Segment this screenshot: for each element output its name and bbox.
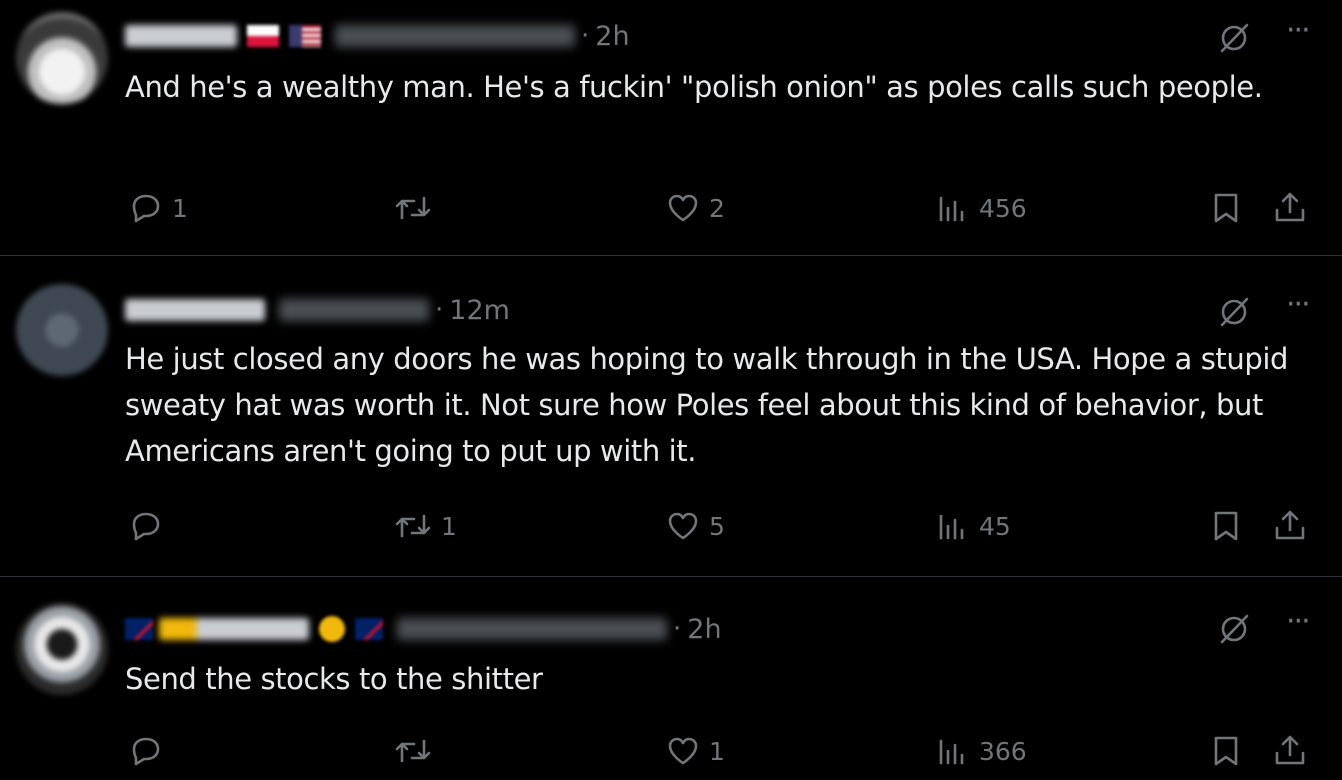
separator-dot: · <box>435 295 444 325</box>
avatar[interactable] <box>16 12 108 104</box>
bookmark-button[interactable] <box>1208 188 1244 228</box>
repost-icon <box>395 514 431 538</box>
author-handle-blurred[interactable] <box>335 25 575 47</box>
share-button[interactable] <box>1272 731 1308 771</box>
repost-icon <box>395 196 431 220</box>
bookmark-button[interactable] <box>1208 731 1244 771</box>
grok-icon[interactable] <box>1214 292 1254 332</box>
views-icon <box>939 196 964 222</box>
emoji-icon <box>319 616 345 642</box>
repost-button[interactable]: 1 <box>393 506 457 546</box>
author-name-blurred[interactable] <box>125 25 237 47</box>
heart-icon <box>668 194 698 222</box>
bookmark-button[interactable] <box>1208 506 1244 546</box>
separator-dot: · <box>581 21 590 51</box>
timestamp[interactable]: 12m <box>449 295 510 326</box>
like-count: 5 <box>709 511 725 541</box>
reply-icon <box>132 194 160 223</box>
share-button[interactable] <box>1272 188 1308 228</box>
post-header: · 2h <box>125 18 630 54</box>
more-icon[interactable]: ··· <box>1286 290 1326 320</box>
reply-button[interactable] <box>128 731 172 771</box>
views-icon <box>939 739 964 765</box>
reply-icon <box>132 737 160 766</box>
like-count: 2 <box>709 193 725 223</box>
poland-flag-icon <box>247 25 279 47</box>
repost-icon <box>395 739 431 763</box>
action-bar: 1 366 <box>0 731 1342 771</box>
views-button[interactable]: 366 <box>935 731 1027 771</box>
reply-icon <box>132 512 160 541</box>
like-button[interactable]: 1 <box>665 731 725 771</box>
heart-icon <box>668 512 698 540</box>
views-count: 45 <box>979 511 1011 541</box>
timestamp[interactable]: 2h <box>687 614 721 645</box>
author-handle-blurred[interactable] <box>279 299 429 321</box>
share-icon <box>1275 510 1305 540</box>
author-name-blurred[interactable] <box>159 618 309 640</box>
separator-dot: · <box>673 614 682 644</box>
reply-button[interactable] <box>128 506 172 546</box>
reply-button[interactable]: 1 <box>128 188 188 228</box>
post-header: · 12m <box>125 292 510 328</box>
author-name-blurred[interactable] <box>125 299 265 321</box>
views-count: 366 <box>979 736 1027 766</box>
author-handle-blurred[interactable] <box>397 618 667 640</box>
like-button[interactable]: 2 <box>665 188 725 228</box>
bookmark-icon <box>1214 736 1238 766</box>
like-count: 1 <box>709 736 725 766</box>
grok-icon[interactable] <box>1214 18 1254 58</box>
australia-flag-icon <box>125 618 153 640</box>
avatar[interactable] <box>16 603 108 695</box>
bookmark-icon <box>1214 511 1238 541</box>
australia-flag-icon <box>355 618 383 640</box>
post-text: Send the stocks to the shitter <box>125 662 543 696</box>
more-icon[interactable]: ··· <box>1286 607 1326 637</box>
share-icon <box>1275 735 1305 765</box>
post[interactable]: · 2h ··· And he's a wealthy man. He's a … <box>0 0 1342 256</box>
timestamp[interactable]: 2h <box>595 21 629 52</box>
bookmark-icon <box>1214 193 1238 223</box>
post-text: And he's a wealthy man. He's a fuckin' "… <box>125 70 1263 104</box>
action-bar: 1 2 456 <box>0 188 1342 228</box>
heart-icon <box>668 737 698 765</box>
post[interactable]: · 12m ··· He just closed any doors he wa… <box>0 256 1342 577</box>
post-text: He just closed any doors he was hoping t… <box>125 342 1289 468</box>
post-header: · 2h <box>125 611 722 647</box>
share-icon <box>1275 192 1305 222</box>
views-icon <box>939 514 964 540</box>
reply-count: 1 <box>172 193 188 223</box>
views-count: 456 <box>979 193 1027 223</box>
views-button[interactable]: 45 <box>935 506 1011 546</box>
avatar[interactable] <box>16 284 108 376</box>
repost-button[interactable] <box>393 188 441 228</box>
us-flag-icon <box>289 25 321 47</box>
action-bar: 1 5 45 <box>0 506 1342 546</box>
repost-button[interactable] <box>393 731 441 771</box>
repost-count: 1 <box>441 511 457 541</box>
like-button[interactable]: 5 <box>665 506 725 546</box>
views-button[interactable]: 456 <box>935 188 1027 228</box>
more-icon[interactable]: ··· <box>1286 16 1326 46</box>
share-button[interactable] <box>1272 506 1308 546</box>
grok-icon[interactable] <box>1214 609 1254 649</box>
post[interactable]: · 2h ··· Send the stocks to the shitter … <box>0 577 1342 780</box>
